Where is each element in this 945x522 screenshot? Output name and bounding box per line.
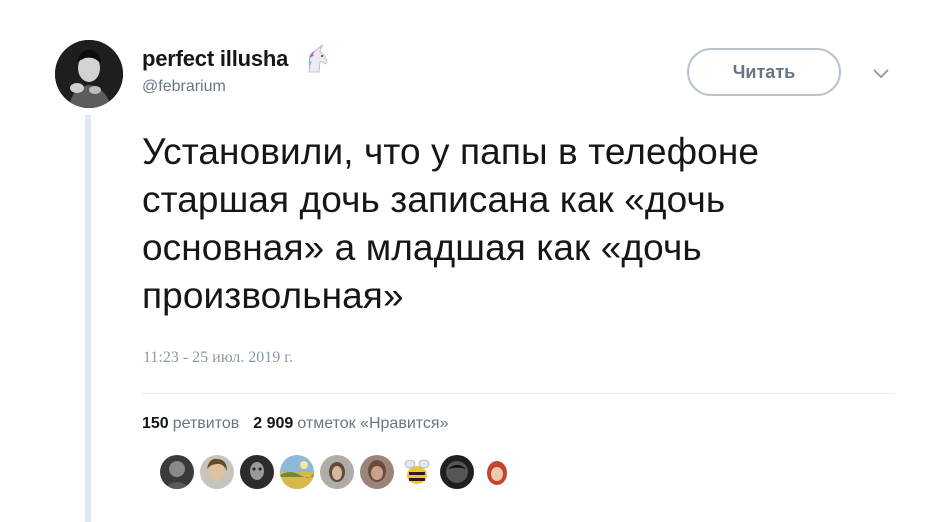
tweet-stats: 150 ретвитов 2 909 отметок «Нравится» xyxy=(142,415,448,433)
follow-button[interactable]: Читать xyxy=(687,48,841,96)
tweet-timestamp[interactable]: 11:23 - 25 июл. 2019 г. xyxy=(143,349,293,367)
likes-stat[interactable]: 2 909 отметок «Нравится» xyxy=(253,415,448,432)
liker-avatars xyxy=(160,455,514,489)
liker-avatar[interactable] xyxy=(200,455,234,489)
tweet-text: Установили, что у папы в телефоне старша… xyxy=(142,131,760,316)
liker-avatar[interactable] xyxy=(440,455,474,489)
retweets-count: 150 xyxy=(142,415,169,432)
avatar-photo xyxy=(55,40,123,108)
unicorn-icon xyxy=(308,44,328,73)
author-avatar[interactable] xyxy=(55,40,123,108)
retweets-stat[interactable]: 150 ретвитов xyxy=(142,415,239,432)
liker-avatar[interactable] xyxy=(160,455,194,489)
liker-avatar[interactable] xyxy=(240,455,274,489)
retweets-label: ретвитов xyxy=(172,415,240,432)
author-handle[interactable]: @febrarium xyxy=(142,78,331,96)
author-display-name[interactable]: perfect illusha xyxy=(142,46,288,72)
tweet-author: perfect illusha @febrarium xyxy=(142,44,331,96)
liker-avatar[interactable] xyxy=(480,455,514,489)
liker-avatar[interactable] xyxy=(280,455,314,489)
likes-count: 2 909 xyxy=(253,415,294,432)
divider xyxy=(142,393,894,394)
thread-line xyxy=(85,115,91,522)
chevron-down-icon[interactable] xyxy=(872,68,890,80)
liker-avatar[interactable] xyxy=(320,455,354,489)
liker-avatar[interactable] xyxy=(400,455,434,489)
likes-label: отметок «Нравится» xyxy=(297,415,449,432)
liker-avatar[interactable] xyxy=(360,455,394,489)
